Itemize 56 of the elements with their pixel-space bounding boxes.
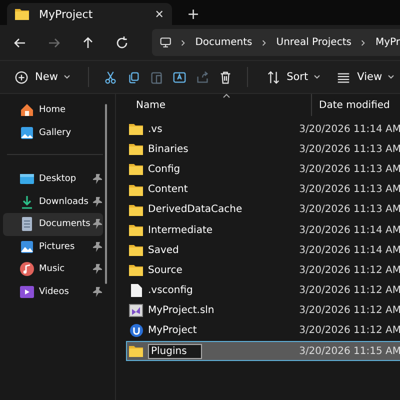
sidebar-item[interactable]: Downloads	[3, 190, 103, 213]
file-row[interactable]: Saved 3/20/2026 11:14 AM	[126, 240, 400, 260]
file-row[interactable]: Plugins 3/20/2026 11:15 AM	[126, 341, 400, 362]
date-cell: 3/20/2026 11:13 AM	[299, 164, 400, 175]
breadcrumb[interactable]: Unreal Projects	[276, 37, 352, 48]
file-row[interactable]: .vsconfig 3/20/2026 11:12 AM	[126, 280, 400, 301]
date-cell: 3/20/2026 11:12 AM	[299, 264, 400, 276]
tab-title: MyProject	[39, 8, 94, 20]
file-name: Content	[148, 184, 188, 196]
file-row[interactable]: MyProject 3/20/2026 11:12 AM	[126, 320, 400, 342]
breadcrumb[interactable]: MyPr	[375, 37, 400, 48]
sidebar-item[interactable]: Pictures	[3, 236, 103, 258]
date-cell: 3/20/2026 11:12 AM	[299, 325, 400, 336]
sidebar-item[interactable]: Music	[3, 258, 103, 280]
file-name: DerivedDataCache	[148, 204, 242, 216]
file-name: .vsconfig	[148, 285, 193, 296]
file-name: Source	[148, 264, 182, 276]
file-row[interactable]: Content 3/20/2026 11:13 AM	[126, 180, 400, 200]
date-cell: 3/20/2026 11:12 AM	[299, 285, 400, 296]
file-name: .vs	[148, 124, 162, 135]
date-cell: 3/20/2026 11:13 AM	[299, 204, 400, 216]
file-row[interactable]: Intermediate 3/20/2026 11:14 AM	[126, 220, 400, 240]
file-row[interactable]: Binaries 3/20/2026 11:13 AM	[126, 139, 400, 160]
file-row[interactable]: Config 3/20/2026 11:13 AM	[126, 159, 400, 180]
file-name: Saved	[148, 244, 179, 256]
new-tab-button[interactable]: +	[187, 7, 200, 22]
sidebar-item[interactable]: Gallery	[3, 122, 103, 144]
breadcrumb[interactable]: Documents	[195, 37, 252, 48]
date-cell: 3/20/2026 11:13 AM	[299, 184, 400, 196]
file-name: Config	[148, 164, 180, 175]
column-header[interactable]: Name	[126, 100, 311, 110]
file-name: MyProject.sln	[148, 305, 214, 316]
window-tab[interactable]: MyProject ✕	[7, 3, 172, 25]
file-row[interactable]: .vs 3/20/2026 11:14 AM	[126, 119, 400, 140]
file-name: Intermediate	[148, 224, 213, 236]
date-cell: 3/20/2026 11:14 AM	[299, 224, 400, 236]
view-button[interactable]: View	[330, 65, 400, 89]
sort-button[interactable]: Sort	[260, 65, 326, 89]
file-row[interactable]: MyProject.sln 3/20/2026 11:12 AM	[126, 300, 400, 321]
sidebar-item[interactable]: Desktop	[3, 168, 103, 190]
new-button[interactable]: New	[8, 65, 76, 89]
sidebar-item[interactable]: Documents	[3, 213, 103, 236]
date-cell: 3/20/2026 11:13 AM	[299, 144, 400, 155]
date-cell: 3/20/2026 11:15 AM	[299, 346, 400, 357]
rename-field[interactable]: Plugins	[148, 344, 202, 359]
sidebar-item[interactable]: Videos	[3, 280, 103, 303]
column-header[interactable]: Date modified	[311, 94, 390, 116]
date-cell: 3/20/2026 11:14 AM	[299, 244, 400, 256]
sidebar-item[interactable]: Home	[3, 99, 103, 122]
close-icon[interactable]: ✕	[154, 8, 164, 20]
date-cell: 3/20/2026 11:14 AM	[299, 124, 400, 135]
file-row[interactable]: Source 3/20/2026 11:12 AM	[126, 260, 400, 280]
file-row[interactable]: DerivedDataCache 3/20/2026 11:13 AM	[126, 200, 400, 220]
date-cell: 3/20/2026 11:12 AM	[299, 305, 400, 316]
file-name: Binaries	[148, 144, 188, 155]
file-name: MyProject	[148, 325, 197, 336]
